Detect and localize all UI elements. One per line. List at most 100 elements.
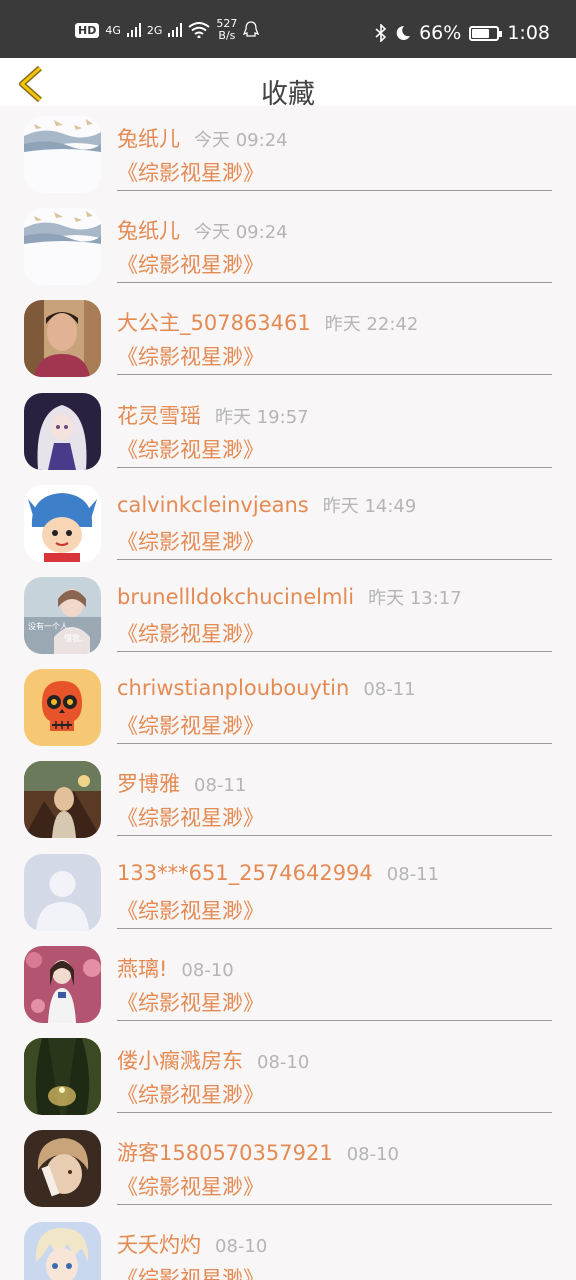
book-title[interactable]: 《综影视星渺》 (117, 618, 264, 648)
signal-1-icon (126, 23, 141, 37)
item-header: brunellldokchucinelmli 昨天 13:17 (117, 584, 462, 610)
username[interactable]: 罗博雅 (117, 772, 180, 796)
book-title[interactable]: 《综影视星渺》 (117, 1079, 264, 1109)
timestamp: 08-10 (346, 1144, 400, 1166)
moon-icon (396, 25, 411, 40)
divider (117, 558, 552, 560)
book-title[interactable]: 《综影视星渺》 (117, 1263, 264, 1280)
item-header: 大公主_507863461 昨天 22:42 (117, 307, 418, 337)
username[interactable]: calvinkcleinvjeans (117, 493, 309, 517)
username[interactable]: 夭夭灼灼 (117, 1233, 201, 1257)
list-item[interactable]: 燕璃! 08-10 《综影视星渺》 (0, 936, 576, 1028)
book-title[interactable]: 《综影视星渺》 (117, 526, 264, 556)
favorites-list[interactable]: 兔纸儿 今天 09:24 《综影视星渺》 兔纸儿 今天 09:24 《综影视星渺》 大公主_… (0, 106, 576, 1280)
list-item[interactable]: 133***651_2574642994 08-11 《综影视星渺》 (0, 844, 576, 936)
username[interactable]: 大公主_507863461 (117, 311, 311, 335)
timestamp: 08-10 (257, 1052, 310, 1073)
avatar[interactable] (24, 1222, 101, 1280)
timestamp: 08-10 (181, 959, 234, 981)
title-bar: 收藏 (0, 58, 576, 110)
divider (117, 1204, 552, 1206)
book-title[interactable]: 《综影视星渺》 (117, 434, 264, 464)
book-title[interactable]: 《综影视星渺》 (117, 987, 264, 1017)
avatar[interactable] (24, 116, 101, 193)
timestamp: 08-11 (386, 863, 440, 885)
list-item[interactable]: 兔纸儿 今天 09:24 《综影视星渺》 (0, 106, 576, 198)
sim2-label: 2G (146, 23, 163, 37)
username[interactable]: 兔纸儿 (117, 219, 180, 243)
avatar[interactable] (24, 484, 101, 562)
avatar[interactable] (24, 669, 101, 747)
list-item[interactable]: 偻小瘸溅房东 08-10 《综影视星渺》 (0, 1028, 576, 1120)
svg-text:没有一个人,: 没有一个人, (28, 621, 71, 631)
username[interactable]: chriwstianploubouytin (117, 676, 349, 700)
book-title[interactable]: 《综影视星渺》 (117, 249, 264, 279)
avatar[interactable] (24, 300, 101, 378)
username[interactable]: 兔纸儿 (117, 127, 180, 151)
qq-icon (243, 21, 260, 37)
divider (117, 466, 552, 468)
item-header: 罗博雅 08-11 (117, 768, 246, 798)
list-item[interactable]: 大公主_507863461 昨天 22:42 《综影视星渺》 (0, 290, 576, 382)
book-title[interactable]: 《综影视星渺》 (117, 1171, 264, 1201)
avatar[interactable] (24, 853, 101, 931)
username[interactable]: 燕璃! (117, 957, 167, 981)
status-right: 66% 1:08 (375, 22, 550, 44)
timestamp: 昨天 14:49 (322, 495, 417, 517)
battery-icon (469, 25, 503, 41)
book-title[interactable]: 《综影视星渺》 (117, 802, 264, 832)
username[interactable]: 133***651_2574642994 (117, 861, 373, 885)
list-item[interactable]: 没有一个人, 懂我. brunellldokchucinelmli 昨天 13:17 《… (0, 567, 576, 659)
username[interactable]: 游客1580570357921 (117, 1141, 333, 1165)
item-header: calvinkcleinvjeans 昨天 14:49 (117, 492, 416, 518)
svg-text:懂我.: 懂我. (64, 633, 83, 643)
net-speed: 527 B/s (216, 18, 237, 42)
timestamp: 08-11 (363, 679, 416, 701)
list-item[interactable]: 夭夭灼灼 08-10 《综影视星渺》 (0, 1212, 576, 1280)
divider (117, 1019, 552, 1021)
sim1-label: 4G (105, 23, 121, 37)
divider (117, 1112, 552, 1113)
divider (117, 282, 552, 284)
list-item[interactable]: chriwstianploubouytin 08-11 《综影视星渺》 (0, 659, 576, 751)
divider (117, 835, 552, 837)
username[interactable]: brunellldokchucinelmli (117, 585, 354, 609)
item-header: 兔纸儿 今天 09:24 (117, 215, 288, 245)
timestamp: 昨天 22:42 (324, 314, 419, 336)
list-item[interactable]: 游客1580570357921 08-10 《综影视星渺》 (0, 1120, 576, 1212)
divider (117, 374, 552, 376)
hd-badge: HD (75, 22, 100, 38)
battery-fill (472, 28, 490, 38)
status-bar: HD 4G 2G 527 B/s 66% 1:08 (0, 0, 576, 58)
book-title[interactable]: 《综影视星渺》 (117, 895, 264, 925)
book-title[interactable]: 《综影视星渺》 (117, 157, 264, 187)
item-header: 游客1580570357921 08-10 (117, 1137, 399, 1167)
wifi-icon (188, 22, 211, 38)
avatar[interactable] (24, 1130, 101, 1208)
signal-2-icon (168, 23, 183, 37)
divider (117, 651, 552, 652)
timestamp: 今天 09:24 (194, 130, 288, 151)
username[interactable]: 偻小瘸溅房东 (117, 1049, 243, 1073)
item-header: 偻小瘸溅房东 08-10 (117, 1045, 309, 1075)
avatar[interactable] (24, 945, 101, 1023)
book-title[interactable]: 《综影视星渺》 (117, 341, 264, 371)
net-speed-unit: B/s (218, 29, 236, 42)
username[interactable]: 花灵雪瑶 (117, 404, 201, 428)
avatar[interactable]: 没有一个人, 懂我. (24, 577, 101, 654)
book-title[interactable]: 《综影视星渺》 (117, 710, 264, 740)
avatar[interactable] (24, 761, 101, 839)
avatar[interactable] (24, 1038, 101, 1115)
list-item[interactable]: 罗博雅 08-11 《综影视星渺》 (0, 751, 576, 843)
list-item[interactable]: 兔纸儿 今天 09:24 《综影视星渺》 (0, 198, 576, 290)
avatar[interactable] (24, 208, 101, 286)
divider (117, 927, 552, 929)
list-item[interactable]: 花灵雪瑶 昨天 19:57 《综影视星渺》 (0, 383, 576, 475)
timestamp: 08-11 (194, 775, 247, 797)
timestamp: 今天 09:24 (194, 222, 288, 244)
avatar[interactable] (24, 392, 101, 470)
timestamp: 昨天 13:17 (368, 588, 462, 609)
list-item[interactable]: calvinkcleinvjeans 昨天 14:49 《综影视星渺》 (0, 475, 576, 567)
item-header: 花灵雪瑶 昨天 19:57 (117, 400, 309, 430)
timestamp: 昨天 19:57 (215, 406, 309, 428)
